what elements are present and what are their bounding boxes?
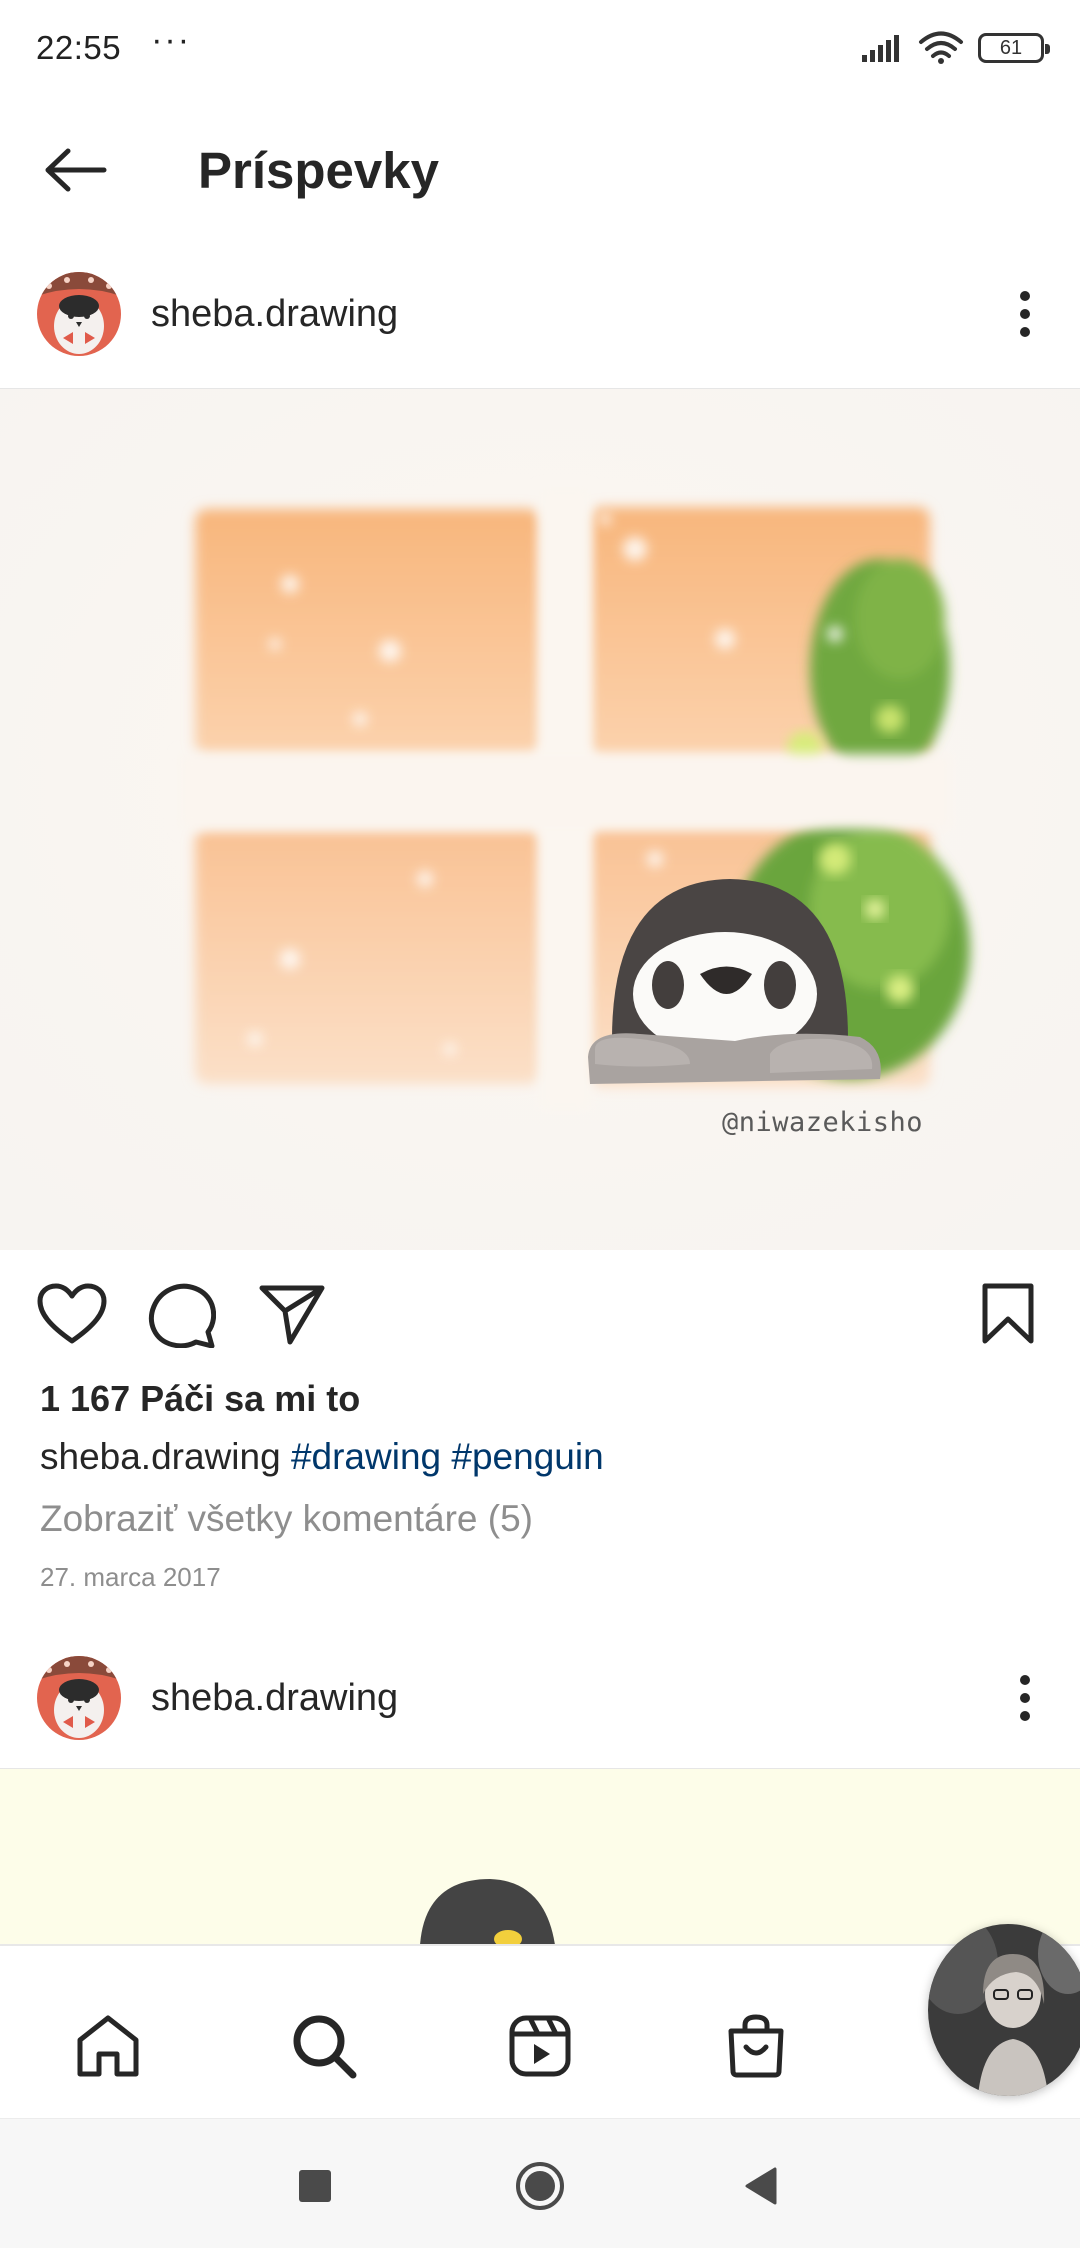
- share-button[interactable]: [254, 1276, 330, 1352]
- signal-icon: [862, 35, 899, 62]
- avatar[interactable]: [37, 272, 121, 356]
- circle-icon: [516, 2162, 564, 2210]
- post-header: sheba.drawing: [0, 256, 1080, 372]
- status-icons: 61: [860, 31, 1050, 65]
- back-button[interactable]: [36, 130, 116, 210]
- post-more-button[interactable]: [1000, 1658, 1050, 1738]
- arrow-left-icon: [45, 148, 107, 192]
- system-navigation-bar: [0, 2118, 1080, 2248]
- page-title: Príspevky: [198, 141, 440, 199]
- likes-count[interactable]: 1 167 Páči sa mi to: [40, 1378, 360, 1420]
- shopping-bag-icon: [728, 2014, 784, 2078]
- triangle-back-icon: [745, 2167, 777, 2205]
- profile-avatar[interactable]: [928, 1924, 1080, 2096]
- caption-username[interactable]: sheba.drawing: [40, 1436, 281, 1477]
- post-action-row: [0, 1270, 1080, 1356]
- post-image[interactable]: @niwazekisho: [0, 388, 1080, 1250]
- avatar[interactable]: [37, 1656, 121, 1740]
- nav-shop[interactable]: [718, 2008, 794, 2084]
- post-image-2[interactable]: [0, 1768, 1080, 1944]
- comment-button[interactable]: [144, 1276, 220, 1352]
- wifi-icon: [919, 31, 963, 64]
- view-all-comments-link[interactable]: Zobraziť všetky komentáre (5): [40, 1498, 533, 1540]
- nav-home[interactable]: [70, 2008, 146, 2084]
- battery-icon: 61: [978, 33, 1050, 63]
- penguin-illustration-partial: [420, 1879, 555, 1944]
- image-watermark: @niwazekisho: [722, 1107, 924, 1138]
- hashtag-penguin[interactable]: #penguin: [451, 1436, 603, 1477]
- paper-plane-icon: [259, 1285, 325, 1345]
- heart-icon: [37, 1283, 107, 1344]
- post-date: 27. marca 2017: [40, 1562, 221, 1592]
- bottom-navigation: [0, 1944, 1080, 2118]
- profile-photo: [928, 1924, 1080, 2096]
- post-username[interactable]: sheba.drawing: [151, 1677, 398, 1720]
- status-bar: 22:55 ··· 61: [0, 0, 1080, 96]
- more-vertical-icon: [1020, 291, 1030, 337]
- hashtag-drawing[interactable]: #drawing: [291, 1436, 441, 1477]
- system-back-button[interactable]: [736, 2161, 786, 2211]
- save-button[interactable]: [970, 1276, 1046, 1352]
- bookmark-icon: [982, 1283, 1034, 1344]
- battery-level: 61: [999, 36, 1023, 59]
- status-time: 22:55: [36, 29, 122, 66]
- post-caption: sheba.drawing #drawing #penguin: [40, 1436, 604, 1478]
- square-icon: [299, 2170, 331, 2202]
- penguin-avatar-image: [37, 1656, 121, 1740]
- post-header-2: sheba.drawing: [0, 1640, 1080, 1756]
- comment-icon: [148, 1283, 216, 1348]
- recents-button[interactable]: [290, 2161, 340, 2211]
- post-more-button[interactable]: [1000, 274, 1050, 354]
- like-button[interactable]: [34, 1276, 110, 1352]
- post-username[interactable]: sheba.drawing: [151, 293, 398, 336]
- nav-search[interactable]: [286, 2008, 362, 2084]
- penguin-avatar-image: [37, 272, 121, 356]
- search-icon: [293, 2015, 357, 2079]
- status-notification-dots: ···: [151, 20, 192, 59]
- system-home-button[interactable]: [515, 2161, 565, 2211]
- reels-icon: [509, 2015, 571, 2077]
- more-vertical-icon: [1020, 1675, 1030, 1721]
- home-icon: [77, 2015, 139, 2077]
- top-bar: Príspevky: [0, 110, 1080, 230]
- nav-reels[interactable]: [502, 2008, 578, 2084]
